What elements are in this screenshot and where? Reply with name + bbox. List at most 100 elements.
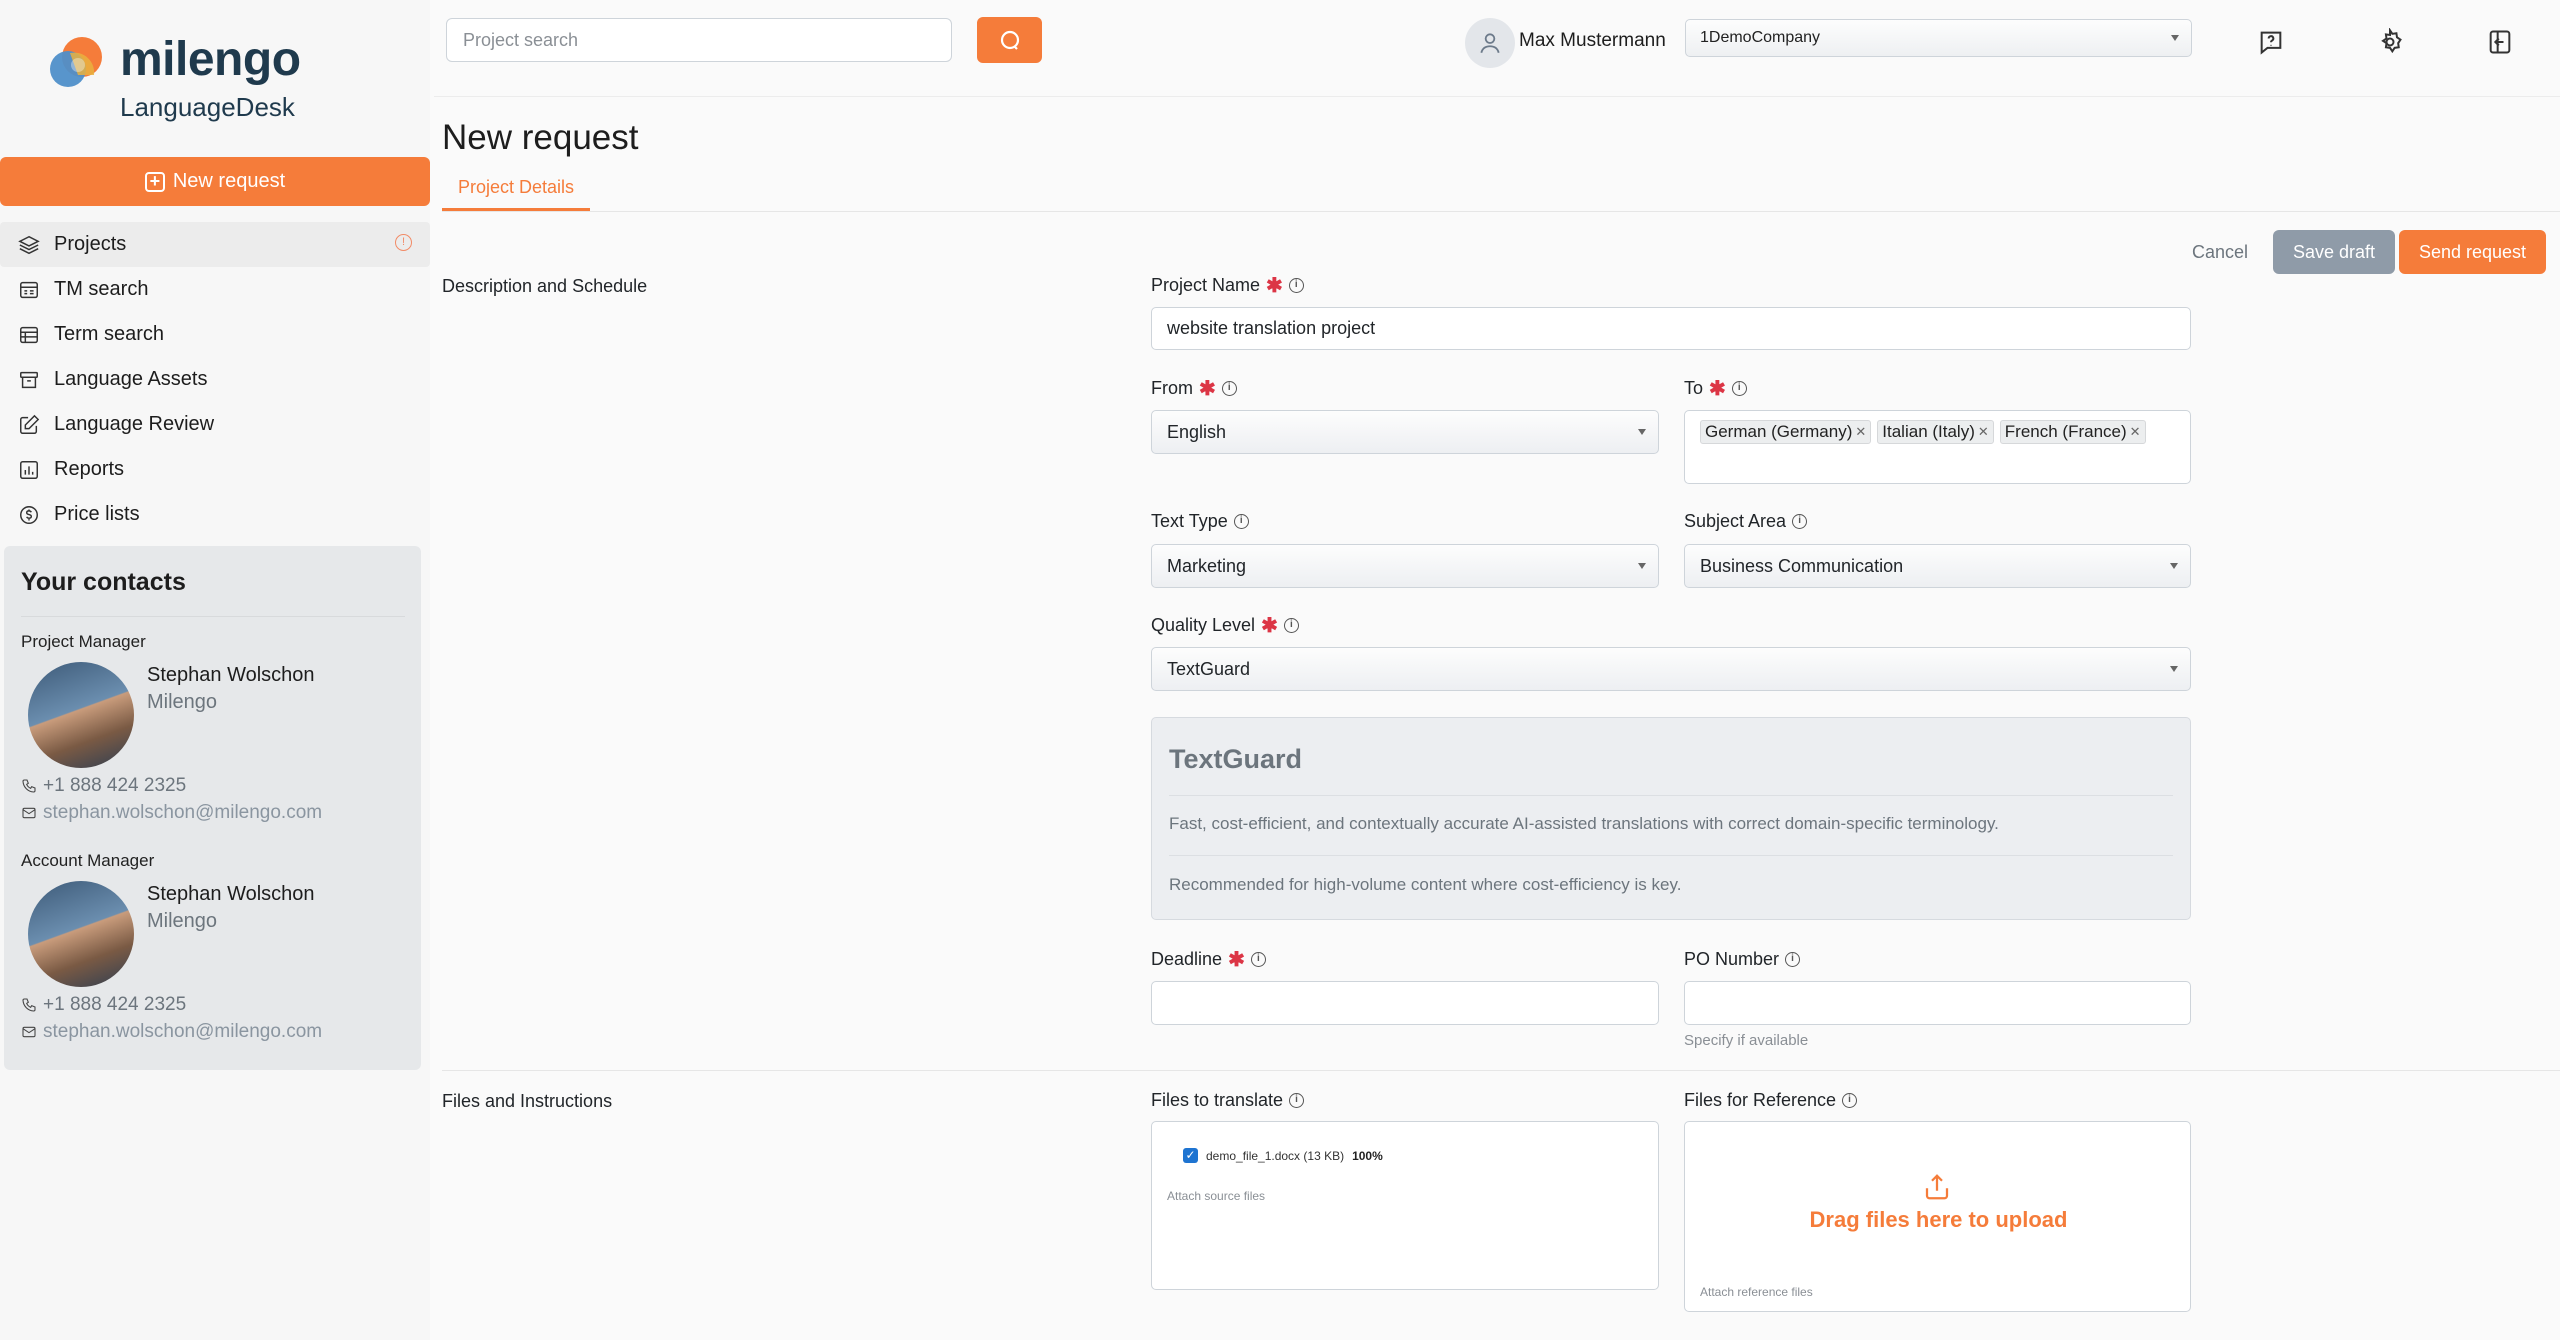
required-icon: ✱	[1261, 614, 1278, 637]
brand-product: LanguageDesk	[120, 92, 295, 122]
help-button[interactable]	[2257, 28, 2285, 56]
info-icon[interactable]: i	[1250, 952, 1266, 967]
tm-search-icon	[20, 281, 38, 298]
chevron-down-icon	[2170, 563, 2178, 569]
files-translate-dropzone[interactable]: ✓ demo_file_1.docx (13 KB) 100% Attach s…	[1151, 1121, 1659, 1290]
label-text: Quality Level	[1151, 615, 1256, 635]
alert-icon: !	[395, 234, 412, 251]
avatar	[28, 662, 134, 768]
info-icon[interactable]: i	[1221, 381, 1237, 396]
sidebar-item-projects[interactable]: Projects !	[0, 222, 430, 267]
avatar	[28, 881, 134, 987]
company-select[interactable]: 1DemoCompany	[1685, 19, 2192, 57]
to-languages-field[interactable]: German (Germany) ✕ Italian (Italy) ✕ Frenc…	[1684, 410, 2191, 484]
required-icon: ✱	[1709, 377, 1726, 400]
attach-source-hint: Attach source files	[1167, 1189, 1266, 1203]
label-text: Deadline	[1151, 949, 1223, 969]
sidebar-item-language-assets[interactable]: Language Assets	[0, 357, 430, 402]
send-request-button[interactable]: Send request	[2399, 230, 2546, 274]
tab-project-details[interactable]: Project Details	[442, 177, 590, 211]
required-icon: ✱	[1199, 377, 1216, 400]
remove-tag-icon[interactable]: ✕	[2130, 424, 2141, 440]
file-progress: 100%	[1352, 1148, 1383, 1163]
label-text: Files for Reference	[1684, 1090, 1837, 1110]
divider	[434, 96, 2560, 97]
info-icon[interactable]: i	[1792, 514, 1808, 529]
archive-icon	[20, 371, 38, 388]
quality-info-text: Fast, cost-efficient, and contextually a…	[1169, 814, 1999, 833]
cancel-button[interactable]: Cancel	[2180, 230, 2260, 274]
divider	[442, 1070, 2560, 1071]
contact-email-text: stephan.wolschon@milengo.com	[43, 1021, 323, 1042]
quality-info-text: Recommended for high-volume content wher…	[1169, 875, 1682, 894]
info-icon[interactable]: i	[1785, 952, 1801, 967]
plus-icon: +	[144, 171, 165, 192]
contact-company: Milengo	[147, 910, 218, 932]
project-search-input[interactable]	[446, 18, 952, 62]
settings-button[interactable]	[2376, 27, 2404, 56]
from-language-select[interactable]: English	[1151, 410, 1659, 454]
user-name[interactable]: Max Mustermann	[1519, 30, 1666, 52]
contacts-title: Your contacts	[21, 568, 186, 596]
text-type-select[interactable]: Marketing	[1151, 544, 1659, 588]
phone-icon	[22, 998, 36, 1012]
gear-icon	[2381, 27, 2402, 54]
save-draft-button[interactable]: Save draft	[2273, 230, 2395, 274]
logout-button[interactable]	[2486, 28, 2514, 56]
new-request-button[interactable]: + New request	[0, 157, 430, 206]
milengo-logo-icon	[48, 35, 106, 93]
layers-icon	[18, 235, 40, 254]
files-reference-dropzone[interactable]: Drag files here to upload Attach referen…	[1684, 1121, 2191, 1312]
po-number-help: Specify if available	[1684, 1032, 1809, 1049]
contact-role: Account Manager	[21, 851, 155, 870]
subject-area-label: Subject Area i	[1684, 511, 1808, 532]
deadline-field[interactable]	[1151, 981, 1659, 1025]
page-title: New request	[442, 118, 639, 157]
search-button[interactable]	[977, 17, 1042, 63]
mail-icon	[22, 807, 36, 819]
info-icon[interactable]: i	[1233, 514, 1249, 529]
checkbox[interactable]: ✓	[1183, 1148, 1198, 1163]
info-icon[interactable]: i	[1283, 618, 1299, 633]
contact-phone[interactable]: +1 888 424 2325	[21, 775, 186, 797]
sidebar-item-tm-search[interactable]: TM search	[0, 267, 430, 312]
chevron-down-icon	[1638, 563, 1646, 569]
sidebar-item-term-search[interactable]: Term search	[0, 312, 430, 357]
project-name-field[interactable]: website translation project	[1151, 307, 2191, 350]
sidebar-item-label: Language Review	[54, 413, 215, 435]
project-name-label: Project Name ✱ i	[1151, 275, 1304, 296]
remove-tag-icon[interactable]: ✕	[1978, 424, 1989, 440]
sidebar-item-language-review[interactable]: Language Review	[0, 402, 430, 447]
new-request-label: New request	[172, 170, 286, 192]
info-icon[interactable]: i	[1289, 1093, 1305, 1108]
info-icon[interactable]: i	[1731, 381, 1747, 396]
user-avatar[interactable]	[1465, 18, 1515, 68]
sidebar-item-price-lists[interactable]: Price lists	[0, 492, 430, 537]
po-number-label: PO Number i	[1684, 949, 1801, 970]
contact-email[interactable]: stephan.wolschon@milengo.com	[21, 1021, 322, 1043]
reports-icon	[20, 460, 38, 479]
sidebar-item-reports[interactable]: Reports	[0, 447, 430, 492]
from-label: From ✱ i	[1151, 378, 1237, 399]
info-icon[interactable]: i	[1288, 278, 1304, 293]
remove-tag-icon[interactable]: ✕	[1855, 424, 1866, 440]
contact-email[interactable]: stephan.wolschon@milengo.com	[21, 802, 322, 824]
chevron-down-icon	[2170, 666, 2178, 672]
info-icon[interactable]: i	[1842, 1093, 1858, 1108]
chevron-down-icon	[1638, 429, 1646, 435]
section-description-schedule: Description and Schedule	[442, 276, 648, 296]
contact-name: Stephan Wolschon	[147, 664, 315, 686]
project-name-value: website translation project	[1167, 318, 1376, 338]
subject-area-value: Business Communication	[1700, 555, 1904, 576]
label-text: Subject Area	[1684, 511, 1787, 531]
subject-area-select[interactable]: Business Communication	[1684, 544, 2191, 588]
po-number-field[interactable]	[1684, 981, 2191, 1025]
sidebar: milengo LanguageDesk + New request Proje…	[0, 0, 430, 1340]
divider	[442, 211, 2560, 212]
to-label: To ✱ i	[1684, 378, 1747, 399]
quality-level-description: TextGuard Fast, cost-efficient, and cont…	[1151, 717, 2191, 920]
help-icon	[2260, 31, 2282, 55]
contact-phone[interactable]: +1 888 424 2325	[21, 994, 186, 1016]
quality-level-select[interactable]: TextGuard	[1151, 647, 2191, 691]
user-icon	[1480, 33, 1500, 54]
